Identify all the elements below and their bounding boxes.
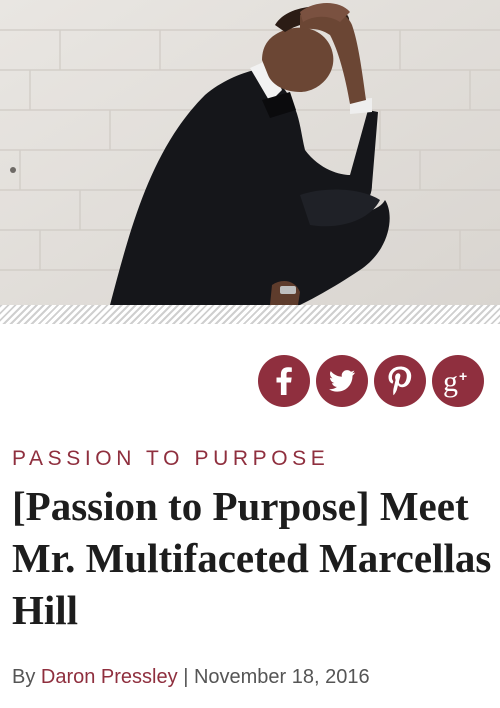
category-label[interactable]: PASSION TO PURPOSE [12,447,329,471]
svg-text:g: g [443,365,458,398]
twitter-icon [328,370,355,392]
google-plus-icon: g + [443,365,467,398]
byline-separator: | [183,666,189,688]
pinterest-share-button[interactable] [374,355,426,407]
twitter-share-button[interactable] [316,355,368,407]
article-title: [Passion to Purpose] Meet Mr. Multifacet… [12,483,492,633]
author-link[interactable]: Daron Pressley [41,666,178,688]
hero-image [0,0,500,305]
byline: By Daron Pressley | November 18, 2016 [12,666,370,689]
publish-date: November 18, 2016 [193,666,370,688]
facebook-share-button[interactable] [258,355,310,407]
facebook-icon [276,367,292,395]
google-plus-share-button[interactable]: g + [432,355,484,407]
social-share-bar: g + [258,355,484,407]
byline-prefix: By [12,666,36,688]
decorative-stripe [0,305,500,324]
pinterest-icon [388,366,412,396]
svg-text:+: + [459,368,467,384]
